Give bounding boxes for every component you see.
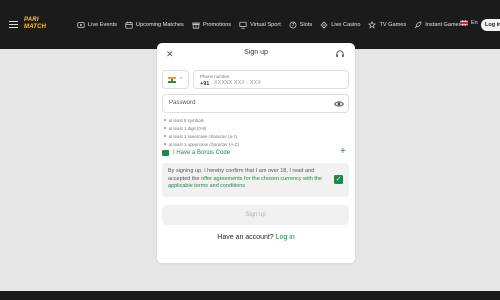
slots-icon: 7 xyxy=(289,21,297,28)
top-navigation-bar: PARI MATCH Live Events Upcoming Matches … xyxy=(0,0,500,49)
country-code-selector[interactable]: ⌃ xyxy=(162,70,189,89)
login-button[interactable]: Log in xyxy=(481,19,500,31)
nav-slots[interactable]: 7 Slots xyxy=(289,21,312,29)
have-account-text: Have an account? xyxy=(217,234,274,241)
signup-button[interactable]: Sign up xyxy=(162,205,349,225)
svg-text:7: 7 xyxy=(292,22,295,27)
nav-live-events[interactable]: Live Events xyxy=(77,21,117,29)
phone-input[interactable] xyxy=(214,80,334,86)
monitor-icon xyxy=(239,21,247,29)
language-selector[interactable]: En xyxy=(460,20,478,26)
india-flag-icon xyxy=(168,77,176,83)
chevron-updown-icon: ⌃ xyxy=(179,77,184,83)
bonus-code-toggle[interactable]: I Have a Bonus Code + xyxy=(162,147,349,158)
uk-flag-icon xyxy=(460,20,468,26)
bonus-code-label: I Have a Bonus Code xyxy=(173,150,231,156)
modal-title: Sign up xyxy=(244,49,268,56)
password-rule: at least 1 lowercase character (a-z) xyxy=(164,132,239,140)
nav-label: Live Casino xyxy=(331,21,361,28)
phone-label: Phone number xyxy=(200,74,230,79)
nav-label: Slots xyxy=(299,21,313,28)
show-password-eye-icon[interactable] xyxy=(334,100,344,108)
plus-icon[interactable]: + xyxy=(340,147,346,157)
nav-label: Promotions xyxy=(202,21,232,28)
password-rules: at least 8 symbols at least 1 digit (0-9… xyxy=(164,116,239,148)
password-field[interactable] xyxy=(162,94,349,113)
nav-live-casino[interactable]: Live Casino xyxy=(320,20,361,29)
phone-country-code: +91 xyxy=(200,81,210,87)
support-headset-icon[interactable] xyxy=(335,49,345,59)
bonus-ticket-icon xyxy=(162,150,169,156)
signup-modal: ✕ Sign up ⌃ Phone number +91 at least 8 … xyxy=(157,43,355,263)
nav-label: Live Events xyxy=(88,21,117,28)
language-label: En xyxy=(471,20,478,26)
nav-label: Virtual Sport xyxy=(250,21,281,28)
terms-consent-box: By signing up, I hereby confirm that I a… xyxy=(162,163,349,197)
casino-icon xyxy=(320,20,328,29)
rule-text: at least 1 lowercase character (a-z) xyxy=(168,133,238,139)
nav-label: TV Games xyxy=(379,21,407,28)
nav-instant-games[interactable]: Instant Games xyxy=(414,21,462,29)
have-account-prompt: Have an account? Log in xyxy=(157,234,355,241)
nav-label: Instant Games xyxy=(425,21,462,28)
calendar-icon xyxy=(125,21,133,29)
phone-number-field[interactable]: Phone number +91 xyxy=(193,70,349,89)
logo-line-2: MATCH xyxy=(24,24,47,30)
main-nav: Live Events Upcoming Matches Promotions … xyxy=(77,18,470,31)
nav-tv-games[interactable]: TV Games xyxy=(368,20,407,29)
nav-promotions[interactable]: Promotions xyxy=(192,21,231,29)
consent-checkbox[interactable]: ✓ xyxy=(334,175,343,184)
footer-bar xyxy=(0,291,500,300)
nav-upcoming-matches[interactable]: Upcoming Matches xyxy=(125,21,184,29)
gift-icon xyxy=(192,22,200,29)
rule-text: at least 1 uppercase character (A-Z) xyxy=(168,141,239,147)
live-events-icon xyxy=(77,21,85,28)
parimatch-logo[interactable]: PARI MATCH xyxy=(24,17,52,32)
rocket-icon xyxy=(414,21,422,28)
nav-virtual-sport[interactable]: Virtual Sport xyxy=(239,21,281,29)
consent-text: By signing up, I hereby confirm that I a… xyxy=(168,168,330,191)
logo-line-1: PARI xyxy=(24,17,39,23)
password-rule: at least 8 symbols xyxy=(164,116,239,124)
login-link[interactable]: Log in xyxy=(276,234,295,241)
tv-icon xyxy=(368,20,377,28)
hamburger-menu-icon[interactable] xyxy=(9,21,18,28)
rule-text: at least 8 symbols xyxy=(168,117,204,123)
password-rule: at least 1 digit (0-9) xyxy=(164,124,239,132)
password-input[interactable] xyxy=(169,100,319,106)
nav-label: Upcoming Matches xyxy=(135,21,184,28)
password-rule: at least 1 uppercase character (A-Z) xyxy=(164,140,239,148)
rule-text: at least 1 digit (0-9) xyxy=(168,125,207,131)
